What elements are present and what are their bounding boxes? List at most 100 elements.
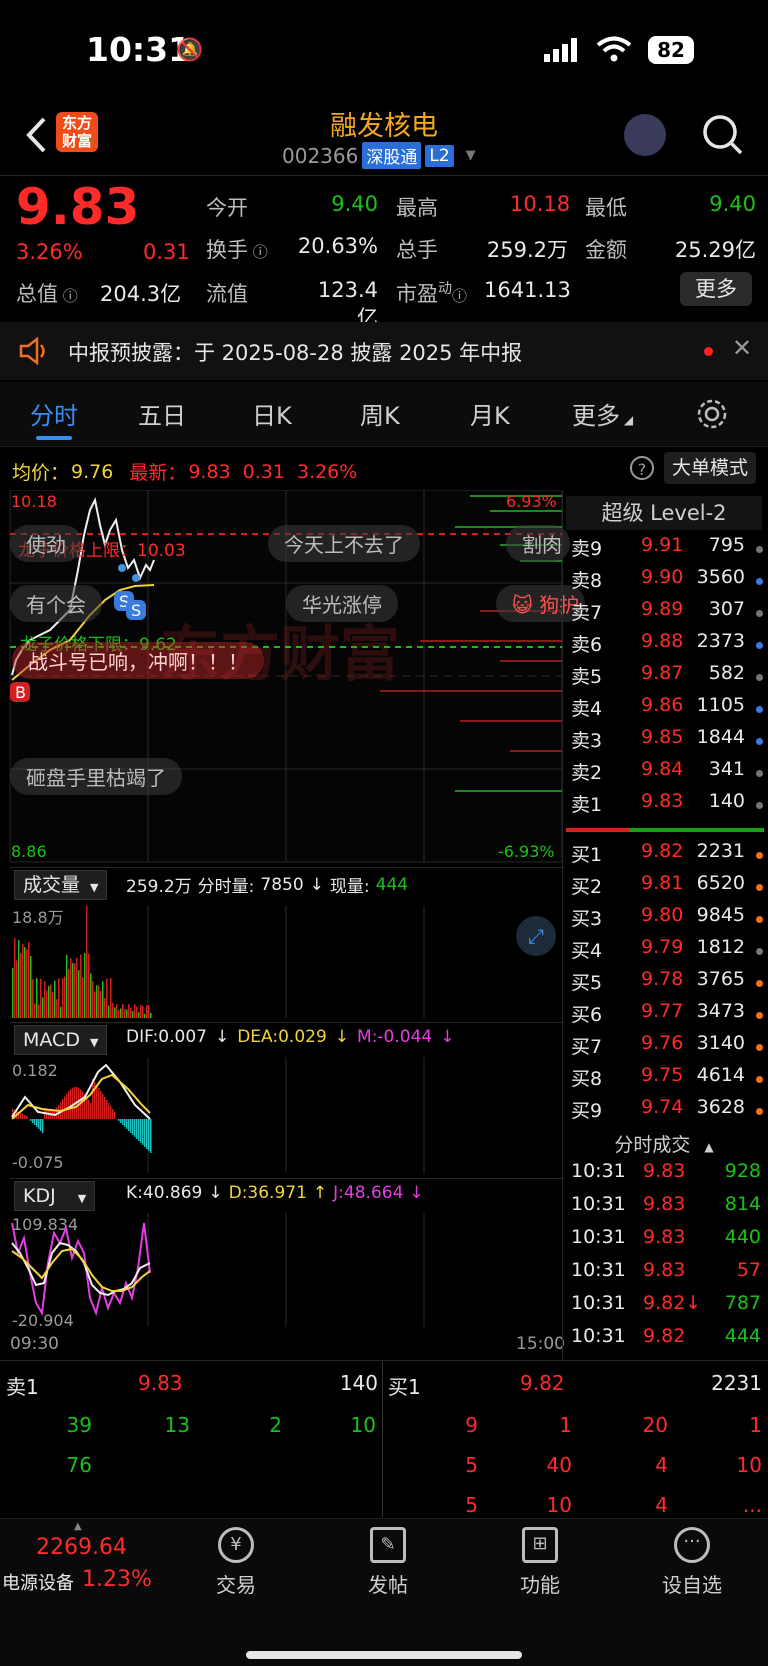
macd-indicator-select[interactable]: MACD ▼ (14, 1025, 108, 1055)
tab-weekly-k[interactable]: 周K (360, 396, 400, 431)
big-order-mode-button[interactable]: 大单模式 (664, 452, 756, 484)
tab-daily-k[interactable]: 日K (252, 396, 292, 431)
bid-price: 9.76 (641, 1032, 684, 1054)
trades-title[interactable]: 分时成交 ▲ (566, 1130, 762, 1157)
ask-row[interactable]: 卖9 9.91 795 (565, 534, 765, 564)
tab-more[interactable]: 更多 ◢ (572, 396, 633, 431)
trade-row[interactable]: 10:31 9.83 440 (565, 1226, 765, 1256)
ask-row[interactable]: 卖8 9.90 3560 (565, 566, 765, 596)
expand-icon[interactable]: ⤢ (516, 916, 556, 956)
ask-level: 卖2 (571, 762, 603, 784)
ask-volume: 2373 (696, 630, 745, 652)
volume-bar (46, 990, 48, 1018)
volume-bar (74, 963, 76, 1018)
kdj-panel: KDJ ▼ K:40.869 ↓ D:36.971 ↑ J:48.664 ↓ 109.8… (10, 1178, 564, 1330)
stock-code-row[interactable]: 002366 深股通 L2 ▼ (282, 142, 476, 169)
pe-value: 1641.13 (484, 278, 571, 302)
trade-row[interactable]: 10:31 9.82 444 (565, 1325, 765, 1355)
queue-sell-label: 卖1 (6, 1375, 39, 1399)
bid-row[interactable]: 买2 9.81 6520 (565, 872, 765, 902)
bid-level: 买5 (571, 972, 603, 994)
volume-label: 总手 (396, 238, 438, 262)
sector-index-value[interactable]: 2269.64 (36, 1535, 127, 1560)
bottom-navigation: ▲ 2269.64 电源设备 1.23% ¥ 交易 ✎ 发帖 ⊞ 功能 ··· … (0, 1518, 768, 1666)
volume-bar (110, 978, 112, 1018)
ask-price: 9.87 (641, 662, 684, 684)
nav-trade[interactable]: ¥ 交易 (186, 1527, 286, 1598)
ask-row[interactable]: 卖6 9.88 2373 (565, 630, 765, 660)
comment-bubble[interactable]: 使劲 (10, 525, 82, 562)
macd-histogram-bar (148, 1119, 150, 1151)
trade-volume: 440 (724, 1226, 761, 1248)
ask-level: 卖8 (571, 570, 603, 592)
comment-bubble[interactable]: 割肉 (506, 525, 570, 562)
nav-functions[interactable]: ⊞ 功能 (490, 1527, 590, 1598)
market-badge: 深股通 (362, 142, 422, 169)
nav-post[interactable]: ✎ 发帖 (338, 1527, 438, 1598)
trade-price: 9.83 (643, 1193, 686, 1215)
volume-bar (76, 957, 78, 1018)
nav-add-watchlist[interactable]: ··· 设自选 (642, 1527, 742, 1598)
nav-trade-label: 交易 (216, 1573, 256, 1597)
bid-row[interactable]: 买3 9.80 9845 (565, 904, 765, 934)
volume-summary: 259.2万 分时量: 7850 ↓ 现量: 444 (126, 874, 409, 898)
bid-row[interactable]: 买4 9.79 1812 (565, 936, 765, 966)
search-icon[interactable] (702, 114, 744, 156)
tab-intraday[interactable]: 分时 (30, 396, 78, 431)
bid-row[interactable]: 买5 9.78 3765 (565, 968, 765, 998)
macd-histogram-bar (108, 1103, 110, 1119)
tab-five-day[interactable]: 五日 (138, 396, 186, 431)
ask-volume: 3560 (696, 566, 745, 588)
comment-bubble[interactable]: 砸盘手里枯竭了 (10, 758, 182, 795)
queue-buy-cell: 5 (465, 1493, 478, 1517)
volume-bar (26, 949, 28, 1018)
tab-monthly-k[interactable]: 月K (470, 396, 510, 431)
sector-name[interactable]: 电源设备 (2, 1569, 74, 1595)
trade-row[interactable]: 10:31 9.83 928 (565, 1160, 765, 1190)
notice-bar[interactable]: 中报预披露：于 2025-08-28 披露 2025 年中报 ✕ (0, 322, 768, 380)
ask-volume: 795 (708, 534, 745, 556)
robot-assistant-icon[interactable] (624, 114, 666, 156)
bid-volume: 6520 (696, 872, 745, 894)
active-tab-indicator (36, 436, 72, 440)
trade-row[interactable]: 10:31 9.83 814 (565, 1193, 765, 1223)
comment-bubble[interactable]: 华光涨停 (286, 585, 398, 622)
bid-row[interactable]: 买9 9.74 3628 (565, 1096, 765, 1126)
trade-volume: 787 (724, 1292, 761, 1314)
help-icon[interactable]: ? (630, 456, 654, 480)
settings-gear-icon[interactable] (696, 398, 728, 430)
queue-buy-cell: 9 (465, 1413, 478, 1437)
bid-row[interactable]: 买6 9.77 3473 (565, 1000, 765, 1030)
macd-histogram-bar (144, 1119, 146, 1147)
volume-bar (126, 1009, 128, 1018)
volume-bar (118, 1010, 120, 1018)
volume-indicator-select[interactable]: 成交量 ▼ (14, 870, 108, 900)
volume-bar (42, 997, 44, 1018)
comment-bubble[interactable]: 今天上不去了 (268, 525, 420, 562)
comment-bubble-highlight[interactable]: 战斗号已响，冲啊！！！ (12, 642, 264, 679)
ask-row[interactable]: 卖3 9.85 1844 (565, 726, 765, 756)
ask-price: 9.83 (641, 790, 684, 812)
ask-row[interactable]: 卖5 9.87 582 (565, 662, 765, 692)
bid-row[interactable]: 买7 9.76 3140 (565, 1032, 765, 1062)
trade-price: 9.83 (643, 1160, 686, 1182)
kdj-indicator-select[interactable]: KDJ ▼ (14, 1181, 96, 1211)
trade-row[interactable]: 10:31 9.83 57 (565, 1259, 765, 1289)
bid-row[interactable]: 买1 9.82 2231 (565, 840, 765, 870)
more-quote-button[interactable]: 更多 (680, 272, 752, 306)
stock-header: 东方 财富 融发核电 002366 深股通 L2 ▼ (0, 100, 768, 176)
trade-row[interactable]: 10:31 9.82↓ 787 (565, 1292, 765, 1322)
volume-value: 259.2万 (486, 238, 568, 262)
ask-row[interactable]: 卖7 9.89 307 (565, 598, 765, 628)
ask-row[interactable]: 卖2 9.84 341 (565, 758, 765, 788)
queue-sell-cell: 13 (164, 1413, 190, 1437)
bid-level: 买1 (571, 844, 603, 866)
close-icon[interactable]: ✕ (732, 334, 752, 362)
ask-row[interactable]: 卖4 9.86 1105 (565, 694, 765, 724)
volume-bar (82, 977, 84, 1018)
comment-bubble[interactable]: 有个会 (10, 585, 102, 622)
ask-row[interactable]: 卖1 9.83 140 (565, 790, 765, 820)
bid-row[interactable]: 买8 9.75 4614 (565, 1064, 765, 1094)
volume-bar (12, 968, 14, 1018)
level2-title[interactable]: 超级 Level-2 (566, 496, 762, 530)
